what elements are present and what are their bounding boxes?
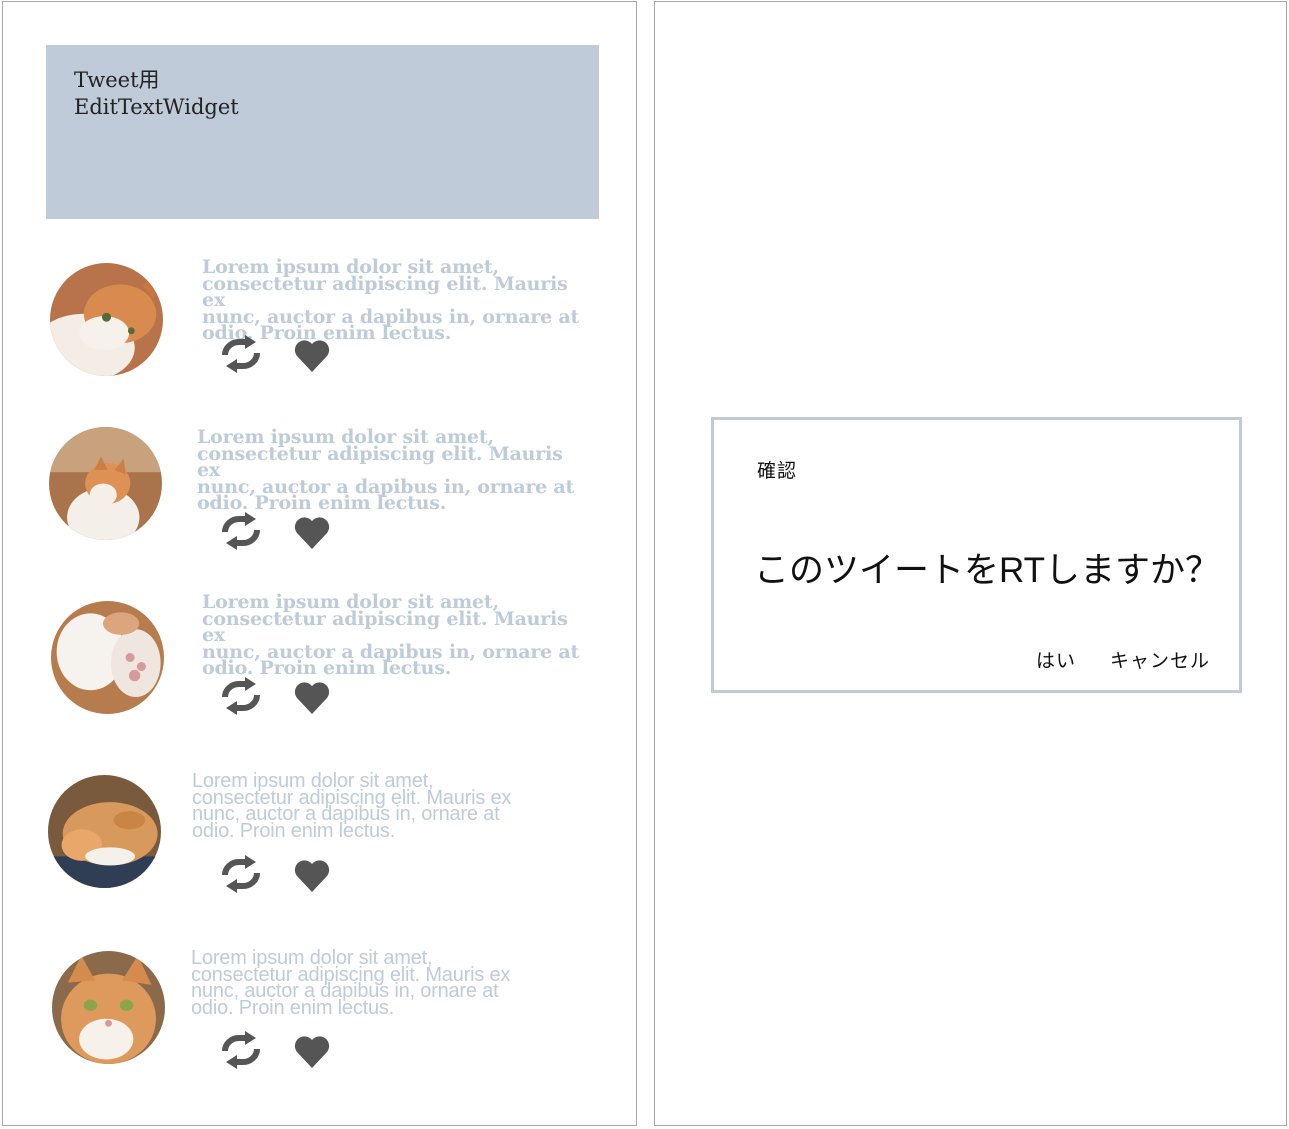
like-button[interactable] bbox=[287, 1030, 337, 1070]
retweet-icon bbox=[222, 512, 260, 550]
like-button[interactable] bbox=[287, 854, 337, 894]
tweet-item: Lorem ipsum dolor sit amet, consectetur … bbox=[3, 424, 636, 574]
edit-widget-line2: EditTextWidget bbox=[74, 95, 239, 119]
retweet-icon bbox=[222, 855, 260, 893]
tweet-item: Lorem ipsum dolor sit amet, consectetur … bbox=[3, 589, 636, 739]
retweet-button[interactable] bbox=[216, 676, 266, 716]
cancel-button[interactable]: キャンセル bbox=[1110, 646, 1210, 673]
retweet-button[interactable] bbox=[216, 854, 266, 894]
like-button[interactable] bbox=[287, 676, 337, 716]
like-button[interactable] bbox=[287, 511, 337, 551]
dialog-title: 確認 bbox=[757, 460, 798, 482]
avatar[interactable] bbox=[50, 263, 163, 376]
cat-photo-icon bbox=[48, 775, 161, 888]
tweet-item: Lorem ipsum dolor sit amet, consectetur … bbox=[3, 770, 636, 922]
heart-icon bbox=[294, 682, 330, 714]
tweet-edit-text-widget[interactable]: Tweet用 EditTextWidget bbox=[46, 45, 599, 219]
retweet-button[interactable] bbox=[216, 511, 266, 551]
timeline-screen: Tweet用 EditTextWidget Lorem ipsum dolor … bbox=[2, 1, 637, 1126]
tweet-text: Lorem ipsum dolor sit amet, consectetur … bbox=[192, 770, 512, 842]
cat-photo-icon bbox=[51, 601, 164, 714]
heart-icon bbox=[294, 860, 330, 892]
retweet-button[interactable] bbox=[216, 1030, 266, 1070]
heart-icon bbox=[294, 517, 330, 549]
heart-icon bbox=[294, 340, 330, 372]
yes-button[interactable]: はい bbox=[1036, 646, 1076, 673]
heart-icon bbox=[294, 1036, 330, 1068]
edit-widget-line1: Tweet用 bbox=[74, 68, 160, 92]
tweet-text: Lorem ipsum dolor sit amet, consectetur … bbox=[197, 426, 575, 514]
confirm-screen: 確認 このツイートをRTしますか？ はい キャンセル bbox=[654, 1, 1287, 1126]
cat-photo-icon bbox=[49, 427, 162, 540]
retweet-button[interactable] bbox=[216, 334, 266, 374]
confirm-dialog: 確認 このツイートをRTしますか？ はい キャンセル bbox=[711, 417, 1242, 693]
tweet-text: Lorem ipsum dolor sit amet, consectetur … bbox=[191, 947, 511, 1019]
cat-photo-icon bbox=[50, 263, 163, 376]
avatar[interactable] bbox=[52, 951, 165, 1064]
avatar[interactable] bbox=[51, 601, 164, 714]
dialog-message: このツイートをRTしますか？ bbox=[754, 551, 1221, 590]
like-button[interactable] bbox=[287, 334, 337, 374]
tweet-text: Lorem ipsum dolor sit amet, consectetur … bbox=[202, 256, 580, 344]
retweet-icon bbox=[222, 335, 260, 373]
cat-photo-icon bbox=[52, 951, 165, 1064]
retweet-icon bbox=[222, 677, 260, 715]
tweet-item: Lorem ipsum dolor sit amet, consectetur … bbox=[3, 254, 636, 404]
retweet-icon bbox=[222, 1031, 260, 1069]
avatar[interactable] bbox=[48, 775, 161, 888]
tweet-text: Lorem ipsum dolor sit amet, consectetur … bbox=[202, 591, 580, 679]
avatar[interactable] bbox=[49, 427, 162, 540]
tweet-item: Lorem ipsum dolor sit amet, consectetur … bbox=[3, 947, 636, 1097]
